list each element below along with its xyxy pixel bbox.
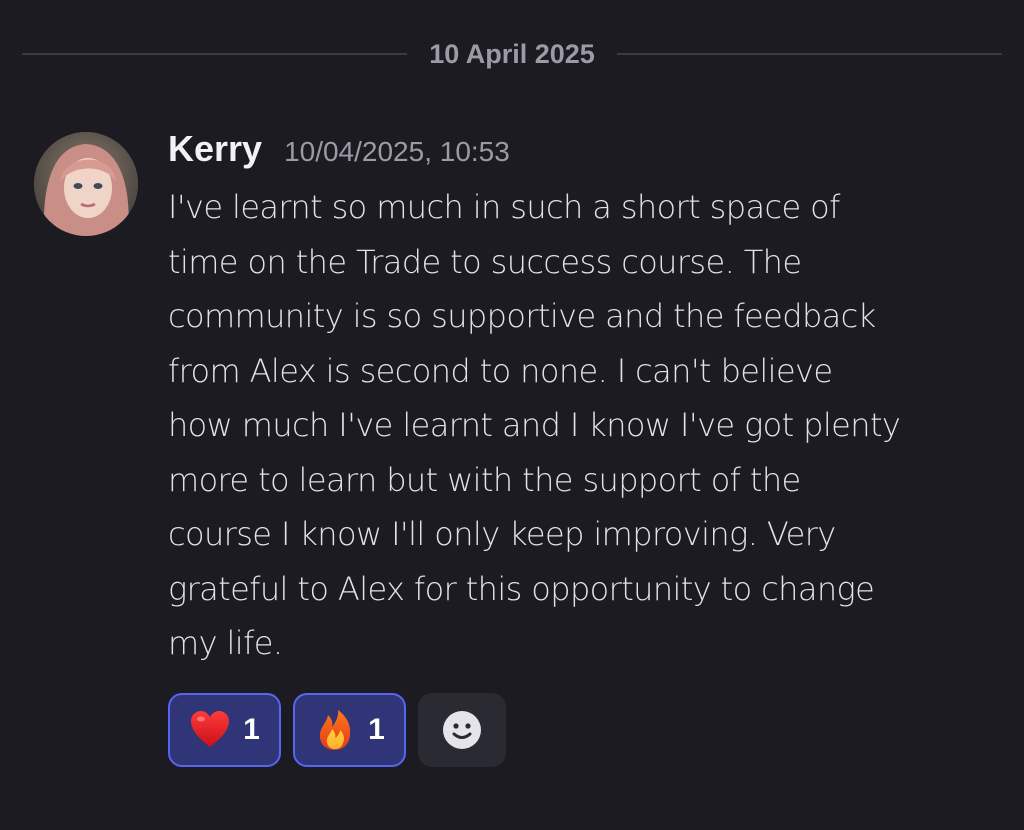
message-line: I've learnt so much in such a short spac…	[168, 188, 840, 226]
message-line: from Alex is second to none. I can't bel…	[168, 351, 833, 390]
avatar-image	[34, 132, 138, 236]
reaction-count: 1	[243, 713, 260, 746]
message-line: course I know I'll only keep improving. …	[168, 515, 836, 553]
message-line: grateful to Alex for this opportunity to…	[168, 569, 875, 608]
reaction-heart-button[interactable]: 1	[168, 693, 281, 767]
message-line: my life.	[168, 624, 283, 662]
reaction-fire-button[interactable]: 1	[293, 693, 406, 767]
message-line: community is so supportive and the feedb…	[168, 297, 876, 335]
divider-line-left	[22, 53, 408, 55]
smiley-add-reaction-icon	[441, 709, 483, 751]
message-line: how much I've learnt and I know I've got…	[168, 406, 901, 444]
heart-icon	[189, 709, 231, 751]
message-line: time on the Trade to success course. The	[168, 242, 802, 281]
message-content: Kerry 10/04/2025, 10:53 I've learnt so m…	[168, 128, 998, 671]
message-line: more to learn but with the support of th…	[168, 460, 801, 499]
message-timestamp: 10/04/2025, 10:53	[284, 136, 510, 167]
message-body: I've learnt so much in such a short spac…	[168, 180, 998, 671]
date-divider-label: 10 April 2025	[429, 38, 595, 69]
avatar[interactable]	[34, 132, 138, 236]
fire-icon	[314, 709, 356, 751]
reaction-count: 1	[368, 713, 385, 746]
add-reaction-button[interactable]	[418, 693, 506, 767]
divider-line-right	[616, 53, 1003, 55]
date-divider: 10 April 2025	[22, 34, 1003, 74]
reactions-bar: 1 1	[168, 693, 506, 767]
username[interactable]: Kerry	[168, 128, 262, 170]
message-header: Kerry 10/04/2025, 10:53	[168, 128, 998, 178]
